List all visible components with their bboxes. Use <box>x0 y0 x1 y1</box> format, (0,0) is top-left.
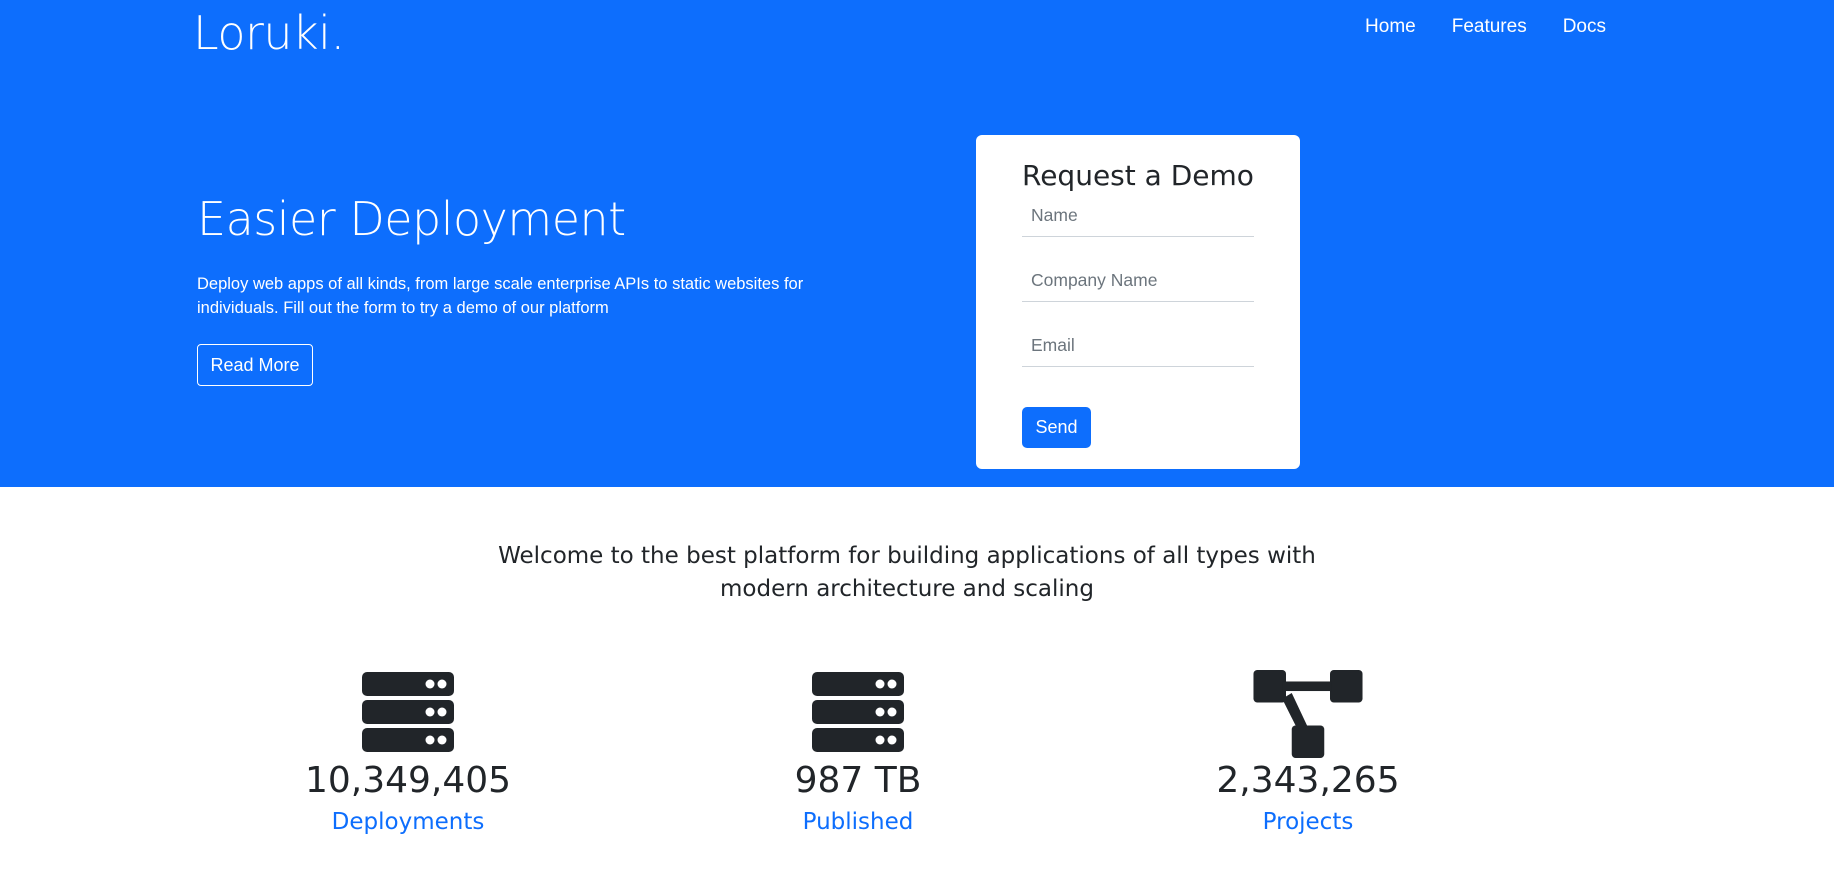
brand-logo[interactable]: Loruki. <box>193 6 345 60</box>
stat-label: Projects <box>1262 809 1354 835</box>
stat-deployments: 10,349,405 Deployments <box>268 670 548 835</box>
stat-label: Published <box>802 809 914 835</box>
server-icon <box>362 672 454 752</box>
name-input[interactable] <box>1022 195 1254 237</box>
project-diagram-icon <box>1253 670 1363 758</box>
stat-label: Deployments <box>331 809 485 835</box>
nav-features-link[interactable]: Features <box>1452 16 1527 38</box>
company-name-input[interactable] <box>1022 260 1254 302</box>
demo-request-card: Request a Demo Send <box>976 135 1300 469</box>
stat-value: 987 TB <box>794 760 922 801</box>
hero-title: Easier Deployment <box>197 192 626 246</box>
email-input[interactable] <box>1022 325 1254 367</box>
hero-section: Loruki. Home Features Docs Easier Deploy… <box>0 0 1834 487</box>
stat-published: 987 TB Published <box>718 670 998 835</box>
nav-home-link[interactable]: Home <box>1365 16 1416 38</box>
server-icon <box>812 672 904 752</box>
welcome-line-2: modern architecture and scaling <box>720 576 1094 602</box>
demo-form-title: Request a Demo <box>1022 159 1254 192</box>
read-more-button[interactable]: Read More <box>197 344 313 386</box>
nav-docs-link[interactable]: Docs <box>1563 16 1606 38</box>
send-button[interactable]: Send <box>1022 407 1091 448</box>
stat-value: 2,343,265 <box>1216 760 1400 801</box>
welcome-text: Welcome to the best platform for buildin… <box>0 540 1814 606</box>
stat-projects: 2,343,265 Projects <box>1168 670 1448 835</box>
hero-description: Deploy web apps of all kinds, from large… <box>197 275 804 317</box>
stat-value: 10,349,405 <box>304 760 512 801</box>
welcome-line-1: Welcome to the best platform for buildin… <box>498 543 1316 569</box>
main-nav: Home Features Docs <box>1365 16 1606 38</box>
